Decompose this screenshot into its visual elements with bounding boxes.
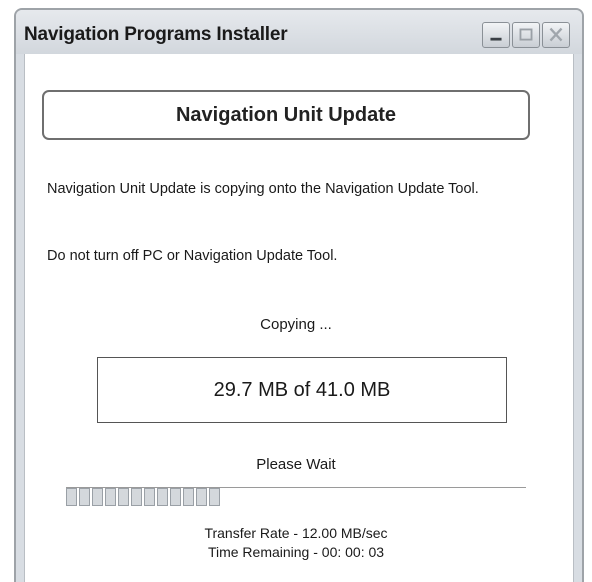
maximize-icon — [519, 28, 533, 41]
please-wait-text: Please Wait — [256, 456, 336, 473]
update-header: Navigation Unit Update — [42, 90, 530, 140]
copying-message: Navigation Unit Update is copying onto t… — [47, 181, 479, 197]
progress-segment — [79, 488, 90, 506]
maximize-button[interactable] — [512, 22, 540, 48]
status-text: Copying ... — [260, 316, 332, 333]
close-icon — [549, 27, 563, 42]
progress-segment — [183, 488, 194, 506]
progress-bar — [66, 486, 526, 508]
progress-segment — [92, 488, 103, 506]
progress-segment — [157, 488, 168, 506]
progress-segment — [196, 488, 207, 506]
window-title: Navigation Programs Installer — [24, 24, 288, 45]
progress-segment — [170, 488, 181, 506]
warning-message: Do not turn off PC or Navigation Update … — [47, 248, 338, 264]
progress-segment — [105, 488, 116, 506]
progress-fill — [66, 488, 220, 508]
close-button[interactable] — [542, 22, 570, 48]
minimize-button[interactable] — [482, 22, 510, 48]
progress-segment — [131, 488, 142, 506]
transfer-rate: Transfer Rate - 12.00 MB/sec — [204, 525, 388, 541]
progress-segment — [66, 488, 77, 506]
progress-segment — [118, 488, 129, 506]
progress-segment — [209, 488, 220, 506]
title-bar[interactable]: Navigation Programs Installer — [16, 10, 582, 54]
time-remaining: Time Remaining - 00: 00: 03 — [207, 544, 385, 560]
minimize-icon — [490, 37, 502, 41]
size-readout: 29.7 MB of 41.0 MB — [97, 357, 507, 423]
progress-segment — [144, 488, 155, 506]
